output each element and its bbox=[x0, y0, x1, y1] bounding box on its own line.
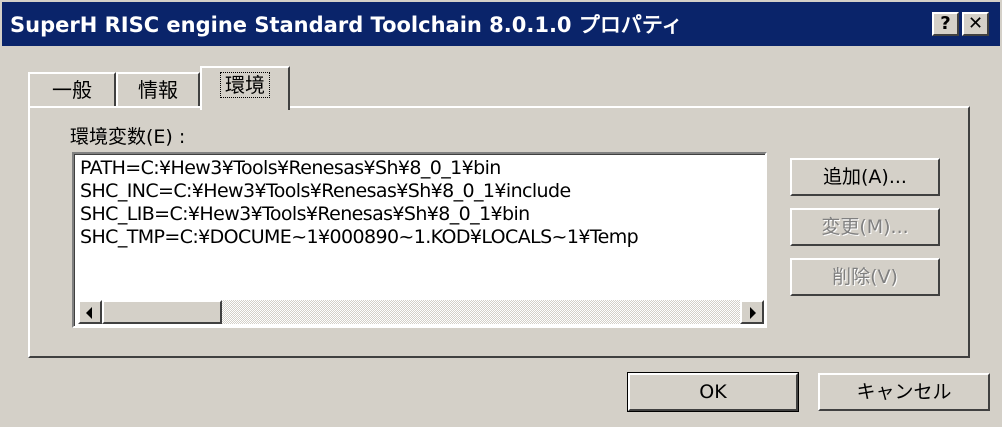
list-frame: PATH=C:¥Hew3¥Tools¥Renesas¥Sh¥8_0_1¥bin … bbox=[74, 154, 765, 326]
list-item[interactable]: PATH=C:¥Hew3¥Tools¥Renesas¥Sh¥8_0_1¥bin bbox=[80, 157, 501, 179]
list-item[interactable]: SHC_INC=C:¥Hew3¥Tools¥Renesas¥Sh¥8_0_1¥i… bbox=[80, 180, 571, 202]
list-item[interactable]: SHC_TMP=C:¥DOCUME~1¥000890~1.KOD¥LOCALS~… bbox=[80, 226, 639, 248]
ok-button[interactable]: OK bbox=[627, 372, 799, 412]
tab-environment[interactable]: 環境 bbox=[200, 66, 290, 110]
scroll-left-button[interactable] bbox=[78, 300, 102, 324]
cancel-button[interactable]: キャンセル bbox=[818, 373, 990, 411]
env-variables-label: 環境変数(E) : bbox=[70, 126, 186, 148]
properties-dialog: SuperH RISC engine Standard Toolchain 8.… bbox=[0, 0, 1002, 427]
scroll-left-icon bbox=[86, 307, 92, 319]
edit-button[interactable]: 変更(M)... bbox=[790, 208, 940, 246]
tab-general-label: 一般 bbox=[52, 78, 92, 102]
horizontal-scrollbar[interactable] bbox=[78, 300, 764, 324]
environment-panel: 環境変数(E) : PATH=C:¥Hew3¥Tools¥Renesas¥Sh¥… bbox=[28, 106, 970, 358]
delete-button[interactable]: 削除(V) bbox=[790, 258, 940, 296]
env-variables-list[interactable]: PATH=C:¥Hew3¥Tools¥Renesas¥Sh¥8_0_1¥bin … bbox=[72, 152, 767, 328]
tab-general[interactable]: 一般 bbox=[28, 72, 116, 108]
add-button[interactable]: 追加(A)... bbox=[790, 158, 940, 196]
scroll-right-icon bbox=[750, 307, 756, 319]
close-button[interactable]: ✕ bbox=[962, 12, 989, 36]
list-item[interactable]: SHC_LIB=C:¥Hew3¥Tools¥Renesas¥Sh¥8_0_1¥b… bbox=[80, 203, 530, 225]
help-button[interactable]: ? bbox=[932, 12, 959, 36]
tab-info-label: 情報 bbox=[138, 78, 178, 102]
tab-info[interactable]: 情報 bbox=[116, 72, 200, 108]
scroll-thumb[interactable] bbox=[102, 300, 222, 324]
title-bar[interactable]: SuperH RISC engine Standard Toolchain 8.… bbox=[2, 2, 1000, 46]
window-title: SuperH RISC engine Standard Toolchain 8.… bbox=[10, 13, 683, 37]
tab-environment-label: 環境 bbox=[220, 72, 270, 98]
scroll-right-button[interactable] bbox=[740, 300, 764, 324]
